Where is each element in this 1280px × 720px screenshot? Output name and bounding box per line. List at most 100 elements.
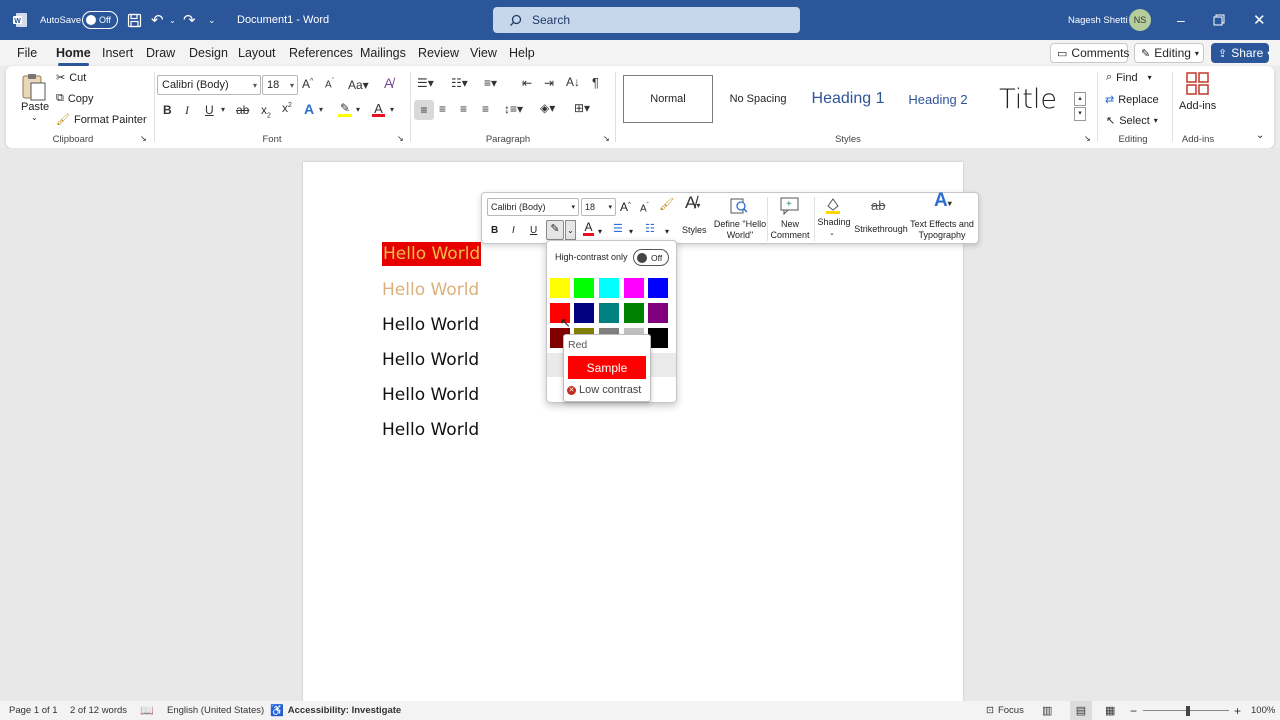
line-spacing-icon[interactable]: ↕≡▾ — [504, 102, 523, 116]
mini-shrink-font-icon[interactable]: Aˇ — [640, 201, 649, 214]
tab-layout[interactable]: Layout — [238, 40, 276, 66]
mini-numbering-icon[interactable]: ☷ — [645, 224, 655, 235]
strikethrough-big-icon[interactable]: ab — [871, 199, 885, 212]
grow-font-icon[interactable]: A^ — [302, 77, 313, 91]
mini-strikethrough-button[interactable]: Strikethrough — [853, 224, 909, 235]
color-swatch-green[interactable] — [624, 303, 644, 323]
share-button[interactable]: ⇪ Share ▾ — [1211, 43, 1271, 63]
show-paragraph-marks-icon[interactable]: ¶ — [592, 75, 599, 90]
color-swatch-dark-blue[interactable] — [574, 303, 594, 323]
copy-button[interactable]: ⧉ Copy — [56, 92, 94, 105]
tab-design[interactable]: Design — [189, 40, 228, 66]
mini-highlight-dropdown-icon[interactable]: ⌄ — [565, 220, 576, 240]
mini-format-painter-icon[interactable]: 🖌 — [659, 198, 674, 210]
select-button[interactable]: ↖ Select ▾ — [1106, 114, 1158, 128]
multilevel-list-icon[interactable]: ≡▾ — [484, 76, 497, 90]
cut-button[interactable]: ✂ Cut — [56, 71, 86, 85]
mini-styles-label[interactable]: Styles — [682, 225, 707, 236]
underline-dropdown-icon[interactable]: ▾ — [221, 105, 225, 114]
paste-icon[interactable] — [20, 72, 48, 102]
justify-icon[interactable]: ≡ — [482, 102, 489, 116]
zoom-level[interactable]: 100% — [1251, 701, 1275, 720]
styles-more-icon[interactable]: ▾ — [1074, 107, 1086, 121]
format-painter-button[interactable]: 🖌 Format Painter — [56, 113, 147, 127]
define-icon[interactable] — [730, 197, 748, 218]
increase-indent-icon[interactable]: ⇥ — [544, 76, 554, 90]
italic-icon[interactable]: I — [185, 103, 189, 118]
clear-formatting-icon[interactable]: A̸ — [384, 75, 393, 91]
replace-button[interactable]: ⇄ Replace — [1105, 93, 1159, 107]
superscript-icon[interactable]: x2 — [282, 101, 292, 115]
mini-numbering-dropdown-icon[interactable]: ▾ — [665, 226, 669, 237]
print-layout-icon[interactable]: ▤ — [1070, 701, 1092, 720]
language[interactable]: English (United States) — [167, 701, 264, 720]
text-effects-icon[interactable]: A — [304, 101, 314, 117]
mini-grow-font-icon[interactable]: A^ — [620, 200, 631, 213]
text-line[interactable]: Hello World — [382, 278, 479, 302]
read-mode-icon[interactable]: ▥ — [1042, 701, 1052, 720]
tab-review[interactable]: Review — [418, 40, 459, 66]
mini-font-color-icon[interactable]: A — [583, 221, 594, 236]
focus-button[interactable]: ⊡ Focus — [986, 701, 1024, 720]
mini-italic-icon[interactable]: I — [512, 225, 515, 236]
subscript-icon[interactable]: x2 — [261, 103, 271, 119]
color-swatch-turquoise[interactable] — [599, 278, 619, 298]
text-line[interactable]: Hello World — [382, 418, 479, 442]
tab-references[interactable]: References — [289, 40, 353, 66]
strikethrough-icon[interactable]: ab — [236, 103, 249, 117]
comments-button[interactable]: ▭ Comments — [1050, 43, 1129, 63]
color-swatch-blue[interactable] — [648, 278, 668, 298]
mini-font-combo[interactable]: Calibri (Body) ▾ — [487, 198, 579, 216]
font-name-combo[interactable]: Calibri (Body) ▾ — [157, 75, 261, 95]
paste-dropdown-icon[interactable]: ⌄ — [31, 113, 38, 122]
borders-icon[interactable]: ⊞▾ — [574, 101, 590, 115]
shading-dropdown-icon[interactable]: ⌄ — [829, 228, 835, 239]
close-icon[interactable]: ✕ — [1253, 0, 1266, 40]
highlight-color-icon[interactable]: ✎ — [338, 101, 352, 117]
mini-underline-icon[interactable]: U — [530, 225, 537, 236]
autosave-toggle[interactable]: Off — [82, 0, 118, 40]
color-swatch-pink[interactable] — [624, 278, 644, 298]
clipboard-launcher-icon[interactable]: ↘ — [140, 134, 147, 143]
tab-home[interactable]: Home — [56, 40, 91, 66]
zoom-in-icon[interactable]: + — [1234, 701, 1241, 720]
new-comment-icon[interactable]: + — [780, 197, 800, 218]
color-swatch-teal[interactable] — [599, 303, 619, 323]
align-right-icon[interactable]: ≡ — [460, 102, 467, 116]
font-launcher-icon[interactable]: ↘ — [397, 134, 404, 143]
restore-icon[interactable] — [1213, 0, 1225, 40]
tab-file[interactable]: File — [17, 40, 37, 66]
color-swatch-yellow[interactable] — [550, 278, 570, 298]
new-comment-button[interactable]: New Comment — [769, 219, 811, 241]
bold-icon[interactable]: B — [163, 103, 172, 117]
search-box[interactable]: Search — [493, 7, 800, 33]
editing-mode-button[interactable]: ✎ Editing ▾ — [1134, 43, 1204, 63]
paragraph-shading-icon[interactable]: ◈▾ — [540, 101, 555, 115]
shrink-font-icon[interactable]: Aˇ — [325, 78, 334, 90]
tab-help[interactable]: Help — [509, 40, 535, 66]
style-title[interactable]: Title — [983, 75, 1073, 123]
tab-mailings[interactable]: Mailings — [360, 40, 406, 66]
page-count[interactable]: Page 1 of 1 — [9, 701, 58, 720]
tab-insert[interactable]: Insert — [102, 40, 133, 66]
collapse-ribbon-icon[interactable]: ⌄ — [1256, 130, 1264, 141]
sort-icon[interactable]: A↓ — [566, 75, 580, 89]
text-effects-button[interactable]: Text Effects and Typography — [910, 219, 974, 241]
minimize-icon[interactable]: – — [1177, 0, 1185, 40]
mini-styles-icon[interactable]: A̸▾ — [685, 194, 700, 211]
tab-view[interactable]: View — [470, 40, 497, 66]
style-heading-2[interactable]: Heading 2 — [893, 75, 983, 123]
shading-icon[interactable] — [824, 196, 842, 217]
high-contrast-toggle[interactable]: Off — [633, 249, 669, 266]
word-count[interactable]: 2 of 12 words — [70, 701, 127, 720]
user-name[interactable]: Nagesh Shetti — [1068, 0, 1128, 40]
zoom-slider-thumb[interactable] — [1186, 706, 1190, 716]
zoom-out-icon[interactable]: − — [1130, 701, 1137, 720]
style-heading-1[interactable]: Heading 1 — [803, 75, 893, 123]
mini-bullets-icon[interactable]: ☰ — [613, 224, 623, 235]
define-button[interactable]: Define "Hello World" — [712, 219, 768, 241]
highlight-dropdown-icon[interactable]: ▾ — [356, 105, 360, 114]
mini-size-combo[interactable]: 18 ▾ — [581, 198, 616, 216]
save-icon[interactable] — [127, 0, 142, 40]
text-line[interactable]: Hello World — [382, 383, 479, 407]
